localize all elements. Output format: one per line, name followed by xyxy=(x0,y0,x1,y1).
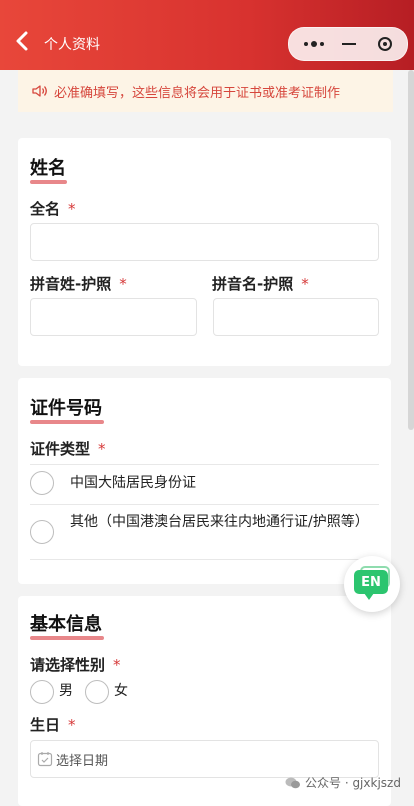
gender-female-label: 女 xyxy=(114,683,128,699)
pinyin-given-input[interactable] xyxy=(213,298,379,336)
id-type-mainland-label: 中国大陆居民身份证 xyxy=(70,475,196,491)
mini-program-capsule xyxy=(288,27,408,61)
speaker-icon xyxy=(32,85,47,97)
scrollbar[interactable] xyxy=(408,70,414,430)
en-chat-icon: EN xyxy=(354,570,388,600)
notice-bar: 必准确填写，这些信息将会用于证书或准考证制作 xyxy=(18,70,393,112)
id-type-other-radio[interactable] xyxy=(30,520,54,544)
name-section-title: 姓名 xyxy=(30,154,67,184)
language-switch-button[interactable]: EN xyxy=(344,556,400,612)
minimize-icon[interactable] xyxy=(334,28,364,60)
full-name-input[interactable] xyxy=(30,223,379,261)
pinyin-surname-label: 拼音姓-护照 * xyxy=(30,275,127,293)
divider xyxy=(30,464,379,465)
birthday-picker[interactable]: 选择日期 xyxy=(30,740,379,778)
id-card: 证件号码 证件类型 * 中国大陆居民身份证 其他（中国港澳台居民来往内地通行证/护… xyxy=(18,378,391,584)
gender-male-label: 男 xyxy=(59,683,73,699)
gender-label: 请选择性别 * xyxy=(30,656,121,674)
divider xyxy=(30,504,379,505)
basic-section-title: 基本信息 xyxy=(30,610,104,640)
id-section-title: 证件号码 xyxy=(30,394,104,424)
gender-female-radio[interactable] xyxy=(85,680,109,704)
wechat-icon xyxy=(285,777,300,788)
notice-text: 必准确填写，这些信息将会用于证书或准考证制作 xyxy=(54,85,341,101)
watermark-text: 公众号 · gjxkjszd xyxy=(305,776,401,790)
nav-bar: 个人资料 xyxy=(0,0,414,70)
full-name-label: 全名 * xyxy=(30,200,76,218)
calendar-icon xyxy=(37,752,53,767)
pinyin-surname-input[interactable] xyxy=(30,298,197,336)
id-type-other-label: 其他（中国港澳台居民来往内地通行证/护照等） xyxy=(70,514,369,530)
close-program-icon[interactable] xyxy=(369,28,401,60)
pinyin-given-label: 拼音名-护照 * xyxy=(212,275,309,293)
id-type-mainland-radio[interactable] xyxy=(30,471,54,495)
divider xyxy=(30,559,379,560)
name-card: 姓名 全名 * 拼音姓-护照 * 拼音名-护照 * xyxy=(18,138,391,366)
birthday-label: 生日 * xyxy=(30,716,76,734)
watermark: 公众号 · gjxkjszd xyxy=(285,774,401,791)
gender-male-radio[interactable] xyxy=(30,680,54,704)
more-options-icon[interactable] xyxy=(297,28,331,60)
id-type-label: 证件类型 * xyxy=(30,440,106,458)
back-arrow-icon[interactable] xyxy=(12,30,34,52)
birthday-placeholder: 选择日期 xyxy=(56,753,109,769)
page-title: 个人资料 xyxy=(44,37,100,53)
